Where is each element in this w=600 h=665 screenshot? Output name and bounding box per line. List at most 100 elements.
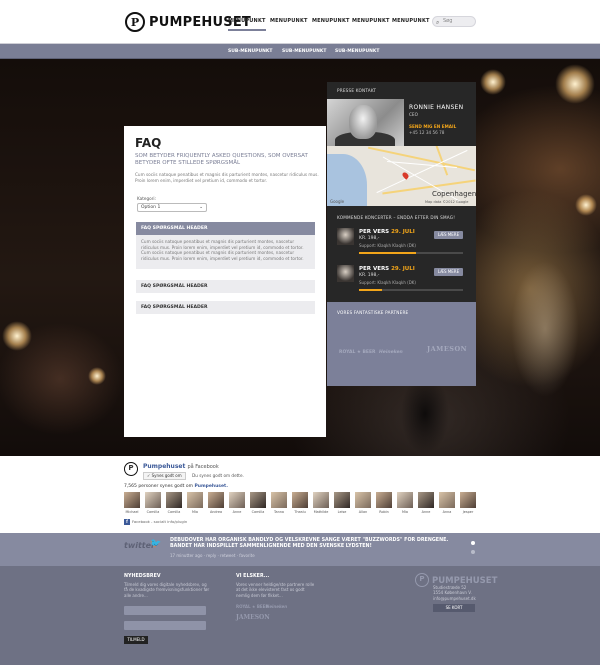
fan-name[interactable]: Tanna: [269, 510, 289, 514]
partner-logo-royal-beer[interactable]: ROYAL ★ BEER: [339, 350, 376, 355]
ticket-progress-bar: [359, 289, 463, 291]
contact-phone: +45 12 34 56 78: [409, 130, 445, 135]
category-value: Option 1: [141, 205, 161, 210]
faq-question-header[interactable]: FAQ SPØRGSMÅL HEADER: [136, 222, 315, 235]
fb-plugin-footer: f Facebook - socialt info/plugin: [124, 519, 187, 525]
partners-label: VORES FANTASTISKE PARTNERE: [337, 310, 409, 315]
fan-name[interactable]: Thealu: [290, 510, 310, 514]
nav-item-4[interactable]: MENUPUNKT: [352, 18, 390, 24]
fan-avatar[interactable]: [145, 492, 161, 508]
fan-name[interactable]: Michael: [122, 510, 142, 514]
concert-support: Support: Klaqkh Klaqkh (DK): [359, 280, 416, 285]
newsletter-title: NYHEDSBREV: [124, 574, 161, 579]
fan-avatar[interactable]: [229, 492, 245, 508]
partner-logo-jameson[interactable]: JAMESON: [427, 345, 467, 353]
ticket-progress-fill: [359, 252, 417, 254]
footer-partner-royal-beer[interactable]: ROYAL ★ BEER: [236, 604, 268, 609]
contact-email-link[interactable]: SEND MIG EN EMAIL: [409, 124, 456, 129]
newsletter-email-field[interactable]: [124, 621, 206, 630]
concert-title: PER VERS 29. JULI: [359, 266, 415, 272]
sub-navigation: SUB-MENUPUNKT SUB-MENUPUNKT SUB-MENUPUNK…: [0, 44, 600, 59]
fan-name[interactable]: Camilla: [143, 510, 163, 514]
fan-avatar[interactable]: [208, 492, 224, 508]
fan-name[interactable]: Mia: [185, 510, 205, 514]
fan-avatar[interactable]: [250, 492, 266, 508]
nav-item-3[interactable]: MENUPUNKT: [312, 18, 350, 24]
fan-name[interactable]: Leise: [332, 510, 352, 514]
faq-question-header[interactable]: FAQ SPØRGSMÅL HEADER: [136, 301, 315, 314]
fb-like-status: Du synes godt om dette.: [192, 473, 244, 478]
see-map-button[interactable]: SE KORT: [433, 604, 475, 612]
subnav-item-1[interactable]: SUB-MENUPUNKT: [228, 49, 272, 54]
fan-name[interactable]: Camilla: [248, 510, 268, 514]
fan-name[interactable]: Anna: [437, 510, 457, 514]
photo-head: [349, 105, 377, 139]
twitter-band: twitter 🐦 DEBUDOVER HAR ORGANISK BANDLYD…: [0, 533, 600, 566]
fan-avatar[interactable]: [334, 492, 350, 508]
concert-price: KR. 198,-: [359, 273, 380, 278]
stage-light: [480, 69, 506, 95]
stage-light: [555, 64, 595, 104]
fan-avatar[interactable]: [439, 492, 455, 508]
fan-avatar[interactable]: [124, 492, 140, 508]
nav-item-2[interactable]: MENUPUNKT: [270, 18, 308, 24]
fan-name[interactable]: Jesper: [458, 510, 478, 514]
partner-logo-heineken[interactable]: Heineken: [379, 350, 403, 355]
tweet-pager-dot[interactable]: [471, 550, 475, 554]
footer-partner-jameson[interactable]: JAMESON: [236, 614, 270, 621]
read-more-button[interactable]: LÆS MERE: [434, 268, 463, 276]
category-select[interactable]: Option 1 ⌄: [137, 203, 207, 212]
newsletter-name-field[interactable]: [124, 606, 206, 615]
fan-name[interactable]: Anne: [227, 510, 247, 514]
nav-item-5[interactable]: MENUPUNKT: [392, 18, 430, 24]
fan-avatar[interactable]: [271, 492, 287, 508]
concert-thumbnail: [337, 228, 354, 245]
chevron-down-icon: ⌄: [199, 205, 203, 210]
fan-name[interactable]: Mia: [395, 510, 415, 514]
partners-section: VORES FANTASTISKE PARTNERE ROYAL ★ BEER …: [327, 302, 476, 386]
fb-like-button[interactable]: ✓ Synes godt om: [143, 472, 186, 480]
sidebar-panel: PRESSE KONTAKT RONNIE HANSEN CEO SEND MI…: [327, 82, 476, 386]
subscribe-button[interactable]: TILMELD: [124, 636, 148, 644]
fan-name[interactable]: Andrea: [206, 510, 226, 514]
faq-lead: SOM BETYDER FRIQUENTLY ASKED QUESTIONS, …: [135, 153, 308, 166]
love-title: VI ELSKER...: [236, 574, 270, 579]
faq-question-header[interactable]: FAQ SPØRGSMÅL HEADER: [136, 280, 315, 293]
facebook-like-box: P Pumpehuset på Facebook ✓ Synes godt om…: [124, 462, 476, 527]
fan-avatar[interactable]: [166, 492, 182, 508]
fan-avatar[interactable]: [292, 492, 308, 508]
contact-name: RONNIE HANSEN: [409, 104, 464, 111]
footer-partner-heineken[interactable]: Heineken: [266, 604, 287, 609]
fb-page-name[interactable]: Pumpehuset på Facebook: [143, 463, 219, 470]
subnav-item-2[interactable]: SUB-MENUPUNKT: [282, 49, 326, 54]
fan-avatar[interactable]: [355, 492, 371, 508]
concert-title: PER VERS 29. JULI: [359, 229, 415, 235]
category-label: Kategori:: [137, 196, 156, 201]
nav-item-1[interactable]: MENUPUNKT: [228, 18, 266, 31]
subnav-item-3[interactable]: SUB-MENUPUNKT: [335, 49, 379, 54]
fan-avatar[interactable]: [397, 492, 413, 508]
fb-like-count: 7,565 personer synes godt om Pumpehuset.: [124, 484, 228, 489]
fan-avatar[interactable]: [418, 492, 434, 508]
concert-thumbnail: [337, 265, 354, 282]
fan-avatar[interactable]: [460, 492, 476, 508]
search-placeholder: Søg: [443, 18, 453, 24]
fan-name[interactable]: Mathilde: [311, 510, 331, 514]
fan-avatar[interactable]: [313, 492, 329, 508]
map-city-label: Copenhagen: [432, 190, 476, 198]
fan-name[interactable]: Allan: [353, 510, 373, 514]
faq-intro: Cum sociis natoque penatibus et magnis d…: [135, 172, 319, 183]
location-map[interactable]: Copenhagen Map data ©2012 Google Google: [327, 146, 476, 206]
read-more-button[interactable]: LÆS MERE: [434, 231, 463, 239]
fan-name[interactable]: Robin: [374, 510, 394, 514]
fan-name[interactable]: Anne: [416, 510, 436, 514]
search-input[interactable]: ⌕ Søg: [432, 16, 476, 27]
tweet-meta[interactable]: 17 minutter ago · reply · retweet · favo…: [170, 553, 255, 558]
fan-name[interactable]: Camilla: [164, 510, 184, 514]
search-icon: ⌕: [436, 19, 440, 26]
stage-light: [88, 367, 106, 385]
fan-avatar[interactable]: [187, 492, 203, 508]
footer-address: Studiestræde 52 1554 København V. info@p…: [433, 585, 476, 601]
fan-avatar[interactable]: [376, 492, 392, 508]
tweet-pager-dot[interactable]: [471, 541, 475, 545]
